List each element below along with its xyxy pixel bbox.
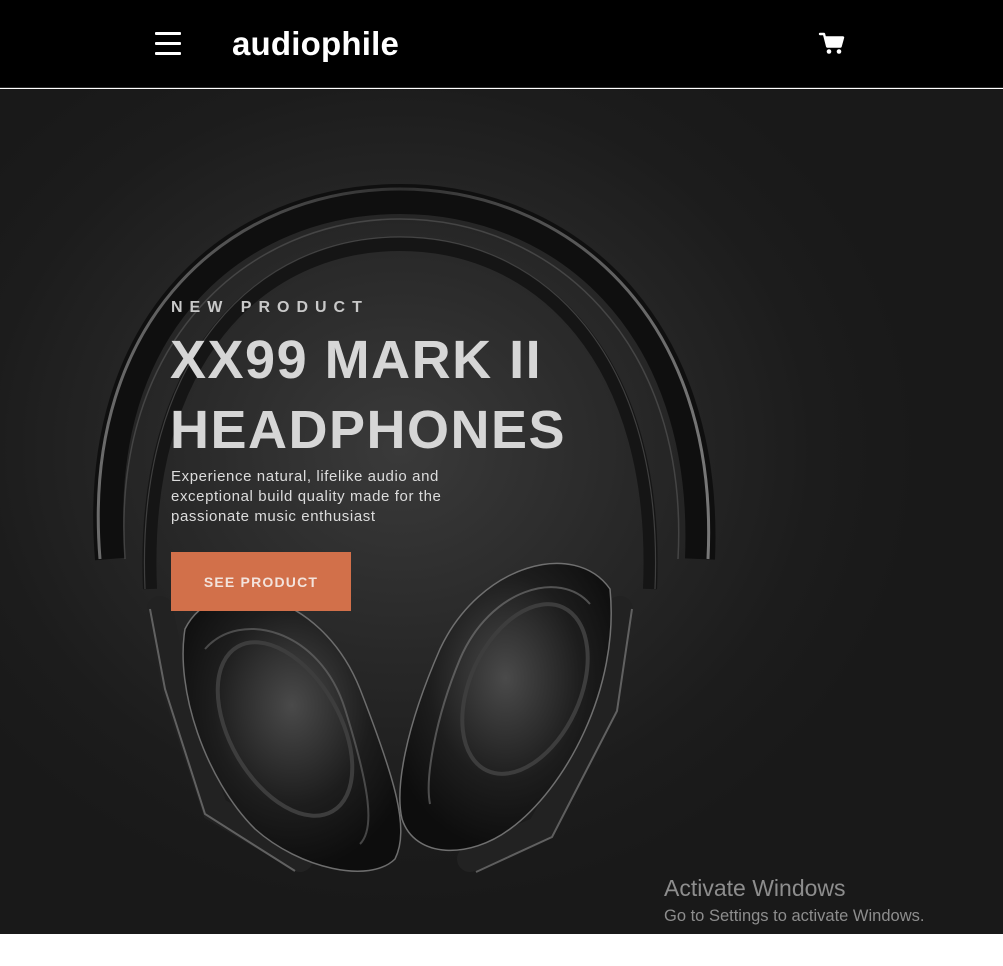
brand-logo[interactable]: audiophile <box>232 24 399 64</box>
hamburger-menu-icon[interactable] <box>150 27 186 63</box>
watermark-title: Activate Windows <box>664 875 846 901</box>
top-navigation-bar: audiophile <box>0 0 1003 88</box>
product-title-line-2: HEADPHONES <box>170 400 567 460</box>
windows-activation-watermark: Activate Windows Go to Settings to activ… <box>664 873 924 927</box>
product-title-line-1: XX99 MARK II <box>170 330 543 390</box>
product-description: Experience natural, lifelike audio and e… <box>171 468 442 525</box>
watermark-subtitle: Go to Settings to activate Windows. <box>664 907 925 925</box>
shopping-cart-icon[interactable] <box>818 30 846 58</box>
new-product-label: NEW PRODUCT <box>171 299 369 316</box>
headphones-image <box>93 183 716 873</box>
page: audiophile NEW PRODUCT XX99 MARK II HEAD… <box>0 0 1003 966</box>
product-title: XX99 MARK II HEADPHONES <box>170 325 650 465</box>
see-product-button[interactable]: SEE PRODUCT <box>171 552 351 611</box>
hero-section: NEW PRODUCT XX99 MARK II HEADPHONES Expe… <box>0 89 1003 934</box>
